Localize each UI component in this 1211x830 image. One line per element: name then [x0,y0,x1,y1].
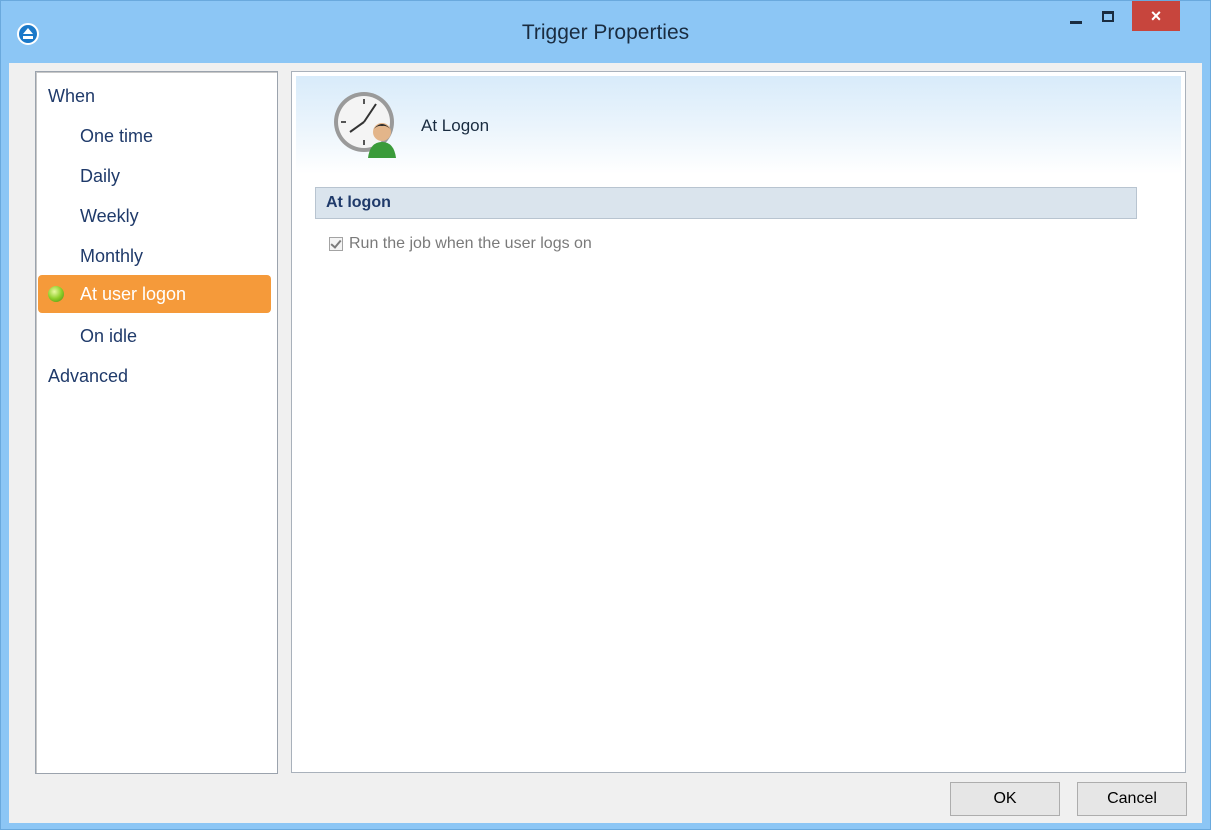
section-header: At logon [315,187,1137,219]
sidebar-item-label: Advanced [48,365,129,386]
maximize-button[interactable] [1093,1,1123,31]
panel-header-title: At Logon [421,116,490,135]
sidebar-item-advanced[interactable]: Advanced [48,357,128,395]
run-on-logon-label: Run the job when the user logs on [349,235,592,252]
sidebar-item-one-time[interactable]: One time [80,117,153,155]
sidebar-item-at-user-logon[interactable]: At user logon [38,275,271,313]
sidebar-nav: When One time Daily Weekly Monthly At us… [35,71,278,774]
panel-header: At Logon [296,76,1181,174]
minimize-button[interactable] [1061,1,1091,31]
close-icon: × [1150,5,1162,26]
sidebar-item-label: At user logon [80,283,187,304]
sidebar-item-label: One time [80,125,154,146]
sidebar-item-weekly[interactable]: Weekly [80,197,139,235]
cancel-button[interactable]: Cancel [1077,782,1187,816]
sidebar-item-monthly[interactable]: Monthly [80,237,143,275]
ok-button[interactable]: OK [950,782,1060,816]
title-bar[interactable]: Trigger Properties × [1,1,1210,63]
sidebar-item-label: When [48,85,96,106]
run-on-logon-option[interactable]: Run the job when the user logs on [329,233,592,255]
sidebar-item-on-idle[interactable]: On idle [80,317,137,355]
minimize-icon [1070,20,1082,24]
window-title: Trigger Properties [521,21,690,44]
sidebar-item-label: Weekly [80,205,139,226]
clock-user-icon [334,92,396,158]
sidebar-item-label: Daily [80,165,121,186]
sidebar-item-label: Monthly [80,245,144,266]
sidebar-item-label: On idle [80,325,138,346]
green-bullet-icon [48,286,64,302]
trigger-properties-window: Trigger Properties × When One time Daily… [0,0,1211,830]
run-on-logon-checkbox[interactable] [329,237,343,251]
properties-panel: At Logon At logon Run the job when the u… [291,71,1186,773]
dialog-body: When One time Daily Weekly Monthly At us… [9,63,1202,823]
sidebar-item-when[interactable]: When [48,77,95,115]
close-button[interactable]: × [1132,1,1180,31]
sidebar-item-daily[interactable]: Daily [80,157,120,195]
maximize-icon [1102,10,1114,22]
